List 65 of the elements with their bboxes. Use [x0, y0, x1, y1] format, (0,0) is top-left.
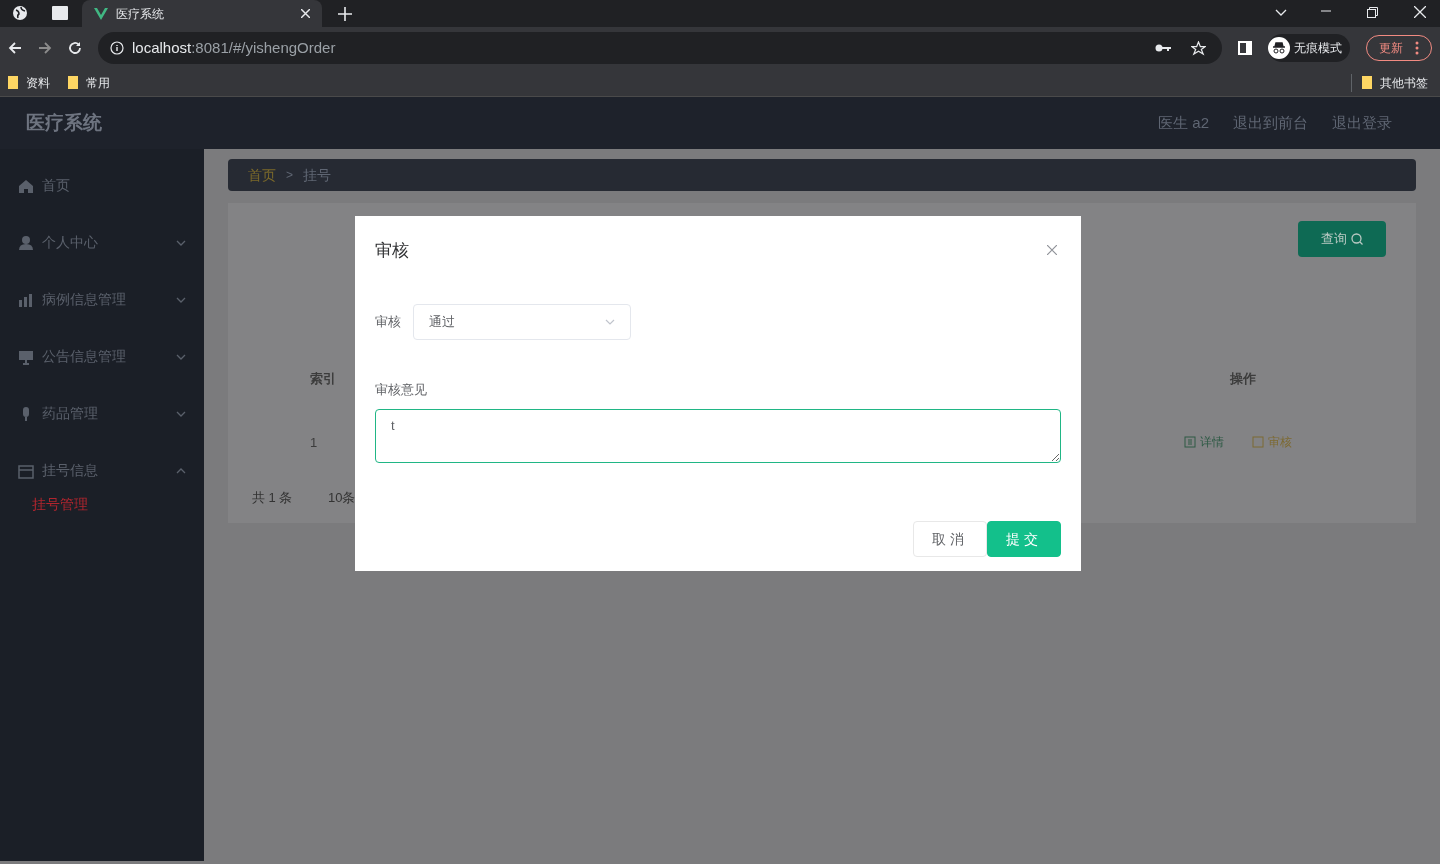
incognito-badge[interactable]: 无痕模式 [1268, 34, 1350, 62]
star-icon[interactable] [1191, 40, 1206, 56]
field-label: 审核 [375, 312, 401, 331]
url-text: localhost:8081/#/yishengOrder [132, 37, 337, 58]
search-button[interactable]: 查询 [1298, 221, 1386, 257]
search-icon [1351, 233, 1363, 245]
chevron-down-icon [176, 353, 186, 360]
browser-tab[interactable]: 医疗系统 [82, 0, 322, 27]
incognito-icon [1268, 37, 1290, 59]
sidebar-item[interactable]: 公告信息管理 [0, 328, 204, 385]
chart-icon [18, 291, 34, 308]
cancel-button[interactable]: 取消 [913, 521, 987, 557]
key-icon[interactable] [1155, 43, 1171, 53]
restore-icon[interactable] [1367, 7, 1378, 18]
chevron-down-icon [176, 296, 186, 303]
column-header: 操作 [1230, 370, 1256, 388]
dialog-title: 审核 [375, 240, 410, 262]
side-panel-icon[interactable] [1238, 41, 1252, 55]
bookmark-folder[interactable]: 常用 [68, 73, 110, 92]
sidebar-item[interactable]: 病例信息管理 [0, 271, 204, 328]
status-select[interactable]: 通过 [413, 303, 631, 340]
header-link[interactable]: 退出登录 [1332, 111, 1392, 135]
globe-icon[interactable] [12, 5, 28, 21]
submit-button[interactable]: 提交 [987, 521, 1061, 557]
breadcrumb-item[interactable]: 首页 [248, 164, 276, 186]
calendar-icon [18, 462, 34, 479]
comment-field[interactable]: t [375, 409, 1061, 463]
back-arrow-icon[interactable] [8, 41, 22, 55]
column-header: 索引 [310, 370, 336, 388]
header-link[interactable]: 退出到前台 [1233, 111, 1308, 135]
chevron-down-icon [176, 410, 186, 417]
chevron-up-icon [176, 467, 186, 474]
chevron-down-icon [605, 318, 615, 325]
breadcrumb-separator: > [286, 167, 293, 184]
review-icon [1252, 436, 1264, 448]
breadcrumb-item: 挂号 [303, 165, 331, 185]
chevron-down-icon[interactable] [1275, 9, 1287, 17]
page-size-select[interactable]: 10条 [328, 488, 356, 508]
sidebar-item[interactable]: 个人中心 [0, 214, 204, 271]
info-icon [110, 41, 124, 55]
forward-arrow-icon[interactable] [38, 41, 52, 55]
chevron-down-icon [176, 239, 186, 246]
folder-icon [68, 76, 78, 89]
field-label: 审核意见 [375, 380, 428, 399]
bookmark-folder[interactable]: 资料 [8, 73, 50, 92]
folder-icon [1362, 76, 1372, 89]
app-title: 医疗系统 [26, 110, 102, 135]
action-link[interactable]: 详情 [1184, 433, 1224, 451]
header-link[interactable]: 医生 a2 [1158, 111, 1209, 135]
home-icon [18, 177, 34, 194]
sidebar-item[interactable]: 药品管理 [0, 385, 204, 442]
reload-icon[interactable] [68, 41, 82, 55]
user-icon [18, 234, 34, 251]
folder-icon [8, 76, 18, 89]
more-icon [1415, 41, 1419, 55]
sidebar-item[interactable]: 首页 [0, 157, 204, 214]
detail-icon [1184, 436, 1196, 448]
pagination-total: 共 1 条 [252, 489, 293, 507]
vue-logo-icon [94, 7, 108, 20]
table-cell-text: 1 [310, 434, 318, 452]
action-link[interactable]: 审核 [1252, 433, 1292, 451]
monitor-icon [18, 348, 34, 365]
new-tab-icon[interactable] [338, 7, 352, 21]
bookmark-folder[interactable]: 其他书签 [1362, 73, 1428, 92]
address-bar[interactable]: localhost:8081/#/yishengOrder [98, 32, 1222, 64]
